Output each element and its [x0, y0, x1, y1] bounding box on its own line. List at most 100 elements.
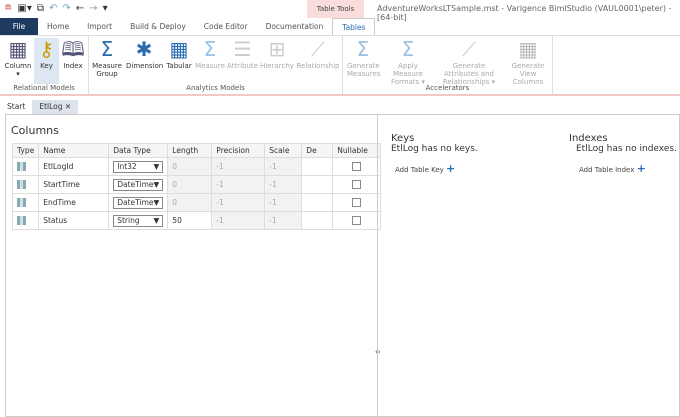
grid-icon: ▦: [518, 37, 538, 61]
scale-cell[interactable]: -1: [264, 211, 303, 230]
default-cell[interactable]: [301, 211, 334, 230]
tabular-icon: ▦: [169, 37, 189, 61]
relationship-button[interactable]: ⟋ Relationship: [296, 38, 340, 70]
column-button[interactable]: ▦ Column ▾: [3, 38, 33, 78]
undo-icon[interactable]: ↶: [49, 3, 57, 14]
default-cell[interactable]: [301, 157, 334, 176]
data-type-select[interactable]: DateTime ▼: [113, 196, 164, 209]
measure-group-button[interactable]: Σ Measure Group: [92, 38, 122, 78]
group-relational-models: ▦ Column ▾ ⚷ Key 🕮 Index Relational Models: [0, 36, 89, 94]
hierarchy-button[interactable]: ⊞ Hierarchy: [260, 38, 294, 70]
forward-icon[interactable]: →: [89, 3, 97, 14]
nullable-checkbox[interactable]: [352, 180, 362, 189]
sigma-icon: Σ: [203, 37, 217, 61]
header-name[interactable]: Name: [38, 143, 110, 158]
length-cell[interactable]: 50: [167, 211, 213, 230]
header-default[interactable]: De: [301, 143, 334, 158]
header-data-type[interactable]: Data Type: [108, 143, 169, 158]
name-cell[interactable]: Status: [38, 211, 110, 230]
default-cell[interactable]: [301, 193, 334, 212]
hierarchy-icon: ⊞: [268, 37, 286, 61]
apply-measure-formats-button[interactable]: Σ Apply Measure Formats ▾: [383, 38, 433, 86]
data-type-select[interactable]: Int32 ▼: [113, 160, 164, 173]
name-cell[interactable]: EtlLogId: [38, 157, 110, 176]
dropdown-arrow-icon: ▼: [153, 180, 160, 189]
precision-cell[interactable]: -1: [211, 211, 266, 230]
copy-icon[interactable]: ⧉: [37, 3, 44, 14]
keys-heading: Keys: [391, 133, 415, 144]
table-row[interactable]: EndTime DateTime ▼ 0 -1 -1: [11, 193, 382, 212]
add-table-key-button[interactable]: Add Table Key +: [395, 162, 478, 175]
indexes-message: EtlLog has no indexes.: [576, 144, 677, 154]
data-type-select[interactable]: DateTime ▼: [113, 178, 164, 191]
plus-icon: +: [636, 162, 646, 175]
tab-tables[interactable]: Tables: [332, 18, 376, 35]
precision-cell[interactable]: -1: [211, 157, 266, 176]
sigma-icon: Σ: [401, 37, 415, 61]
column-type-icon: [17, 162, 26, 171]
redo-icon[interactable]: ↷: [62, 3, 70, 14]
generate-view-columns-button[interactable]: ▦ Generate View Columns: [505, 38, 551, 86]
tab-import[interactable]: Import: [78, 18, 121, 35]
attribute-button[interactable]: ☰ Attribute: [226, 38, 259, 70]
tab-documentation[interactable]: Documentation: [257, 18, 333, 35]
generate-measures-button[interactable]: Σ Generate Measures: [347, 38, 380, 78]
doc-tab-etllog[interactable]: EtlLog ✕: [32, 100, 79, 114]
tab-file[interactable]: File: [0, 18, 38, 35]
keys-message: EtlLog has no keys.: [391, 144, 478, 154]
app-icon: ≘: [4, 3, 13, 14]
column-grid-icon: ▦: [8, 37, 28, 61]
relationship-icon: ⟋: [462, 37, 476, 61]
name-cell[interactable]: StartTime: [38, 175, 110, 194]
ribbon: ▦ Column ▾ ⚷ Key 🕮 Index Relational Models Σ…: [0, 35, 680, 96]
data-type-select[interactable]: String ▼: [113, 214, 164, 227]
table-row[interactable]: Status String ▼ 50 -1 -1: [11, 211, 382, 230]
tab-home[interactable]: Home: [38, 18, 78, 35]
indexes-heading: Indexes: [569, 133, 608, 144]
header-nullable[interactable]: Nullable: [332, 143, 382, 158]
default-cell[interactable]: [301, 175, 334, 194]
name-cell[interactable]: EndTime: [38, 193, 110, 212]
tab-code-editor[interactable]: Code Editor: [195, 18, 257, 35]
dropdown-arrow-icon: ▼: [153, 198, 160, 207]
table-row[interactable]: EtlLogId Int32 ▼ 0 -1 -1: [11, 157, 382, 176]
length-cell[interactable]: 0: [167, 193, 213, 212]
table-row[interactable]: StartTime DateTime ▼ 0 -1 -1: [11, 175, 382, 194]
dimension-button[interactable]: ✱ Dimension: [126, 38, 163, 70]
scale-cell[interactable]: -1: [264, 193, 303, 212]
precision-cell[interactable]: -1: [211, 193, 266, 212]
close-icon[interactable]: ✕: [65, 102, 71, 111]
add-table-index-button[interactable]: Add Table Index +: [579, 162, 677, 175]
length-cell[interactable]: 0: [167, 157, 213, 176]
length-cell[interactable]: 0: [167, 175, 213, 194]
index-button[interactable]: 🕮 Index: [60, 38, 86, 70]
header-type[interactable]: Type: [11, 143, 40, 158]
group-label: Relational Models: [13, 84, 75, 92]
scale-cell[interactable]: -1: [264, 157, 303, 176]
header-length[interactable]: Length: [167, 143, 213, 158]
attribute-icon: ☰: [233, 37, 252, 61]
header-precision[interactable]: Precision: [211, 143, 266, 158]
customize-icon[interactable]: ▾: [103, 3, 108, 14]
save-icon[interactable]: ▣▾: [17, 3, 31, 14]
doc-tab-start[interactable]: Start: [0, 100, 32, 114]
grid-header: Type Name Data Type Length Precision Sca…: [11, 143, 382, 158]
nullable-checkbox[interactable]: [352, 162, 362, 171]
scale-cell[interactable]: -1: [264, 175, 303, 194]
key-button[interactable]: ⚷ Key: [34, 38, 59, 84]
tabular-button[interactable]: ▦ Tabular: [165, 38, 193, 70]
splitter[interactable]: [377, 114, 378, 417]
indexes-section: Indexes EtlLog has no indexes. Add Table…: [569, 133, 677, 175]
header-scale[interactable]: Scale: [264, 143, 303, 158]
columns-grid: Type Name Data Type Length Precision Sca…: [11, 143, 382, 230]
measure-button[interactable]: Σ Measure: [195, 38, 225, 70]
generate-attributes-button[interactable]: ⟋ Generate Attributes and Relationships ▾: [435, 38, 503, 86]
splitter-arrows-icon[interactable]: ‹›: [375, 348, 381, 356]
back-icon[interactable]: ←: [76, 3, 84, 14]
relationship-icon: ⟋: [311, 37, 325, 61]
nullable-checkbox[interactable]: [352, 198, 362, 207]
tab-build-deploy[interactable]: Build & Deploy: [121, 18, 195, 35]
nullable-checkbox[interactable]: [352, 216, 362, 225]
dropdown-arrow-icon: ▼: [153, 162, 160, 171]
precision-cell[interactable]: -1: [211, 175, 266, 194]
